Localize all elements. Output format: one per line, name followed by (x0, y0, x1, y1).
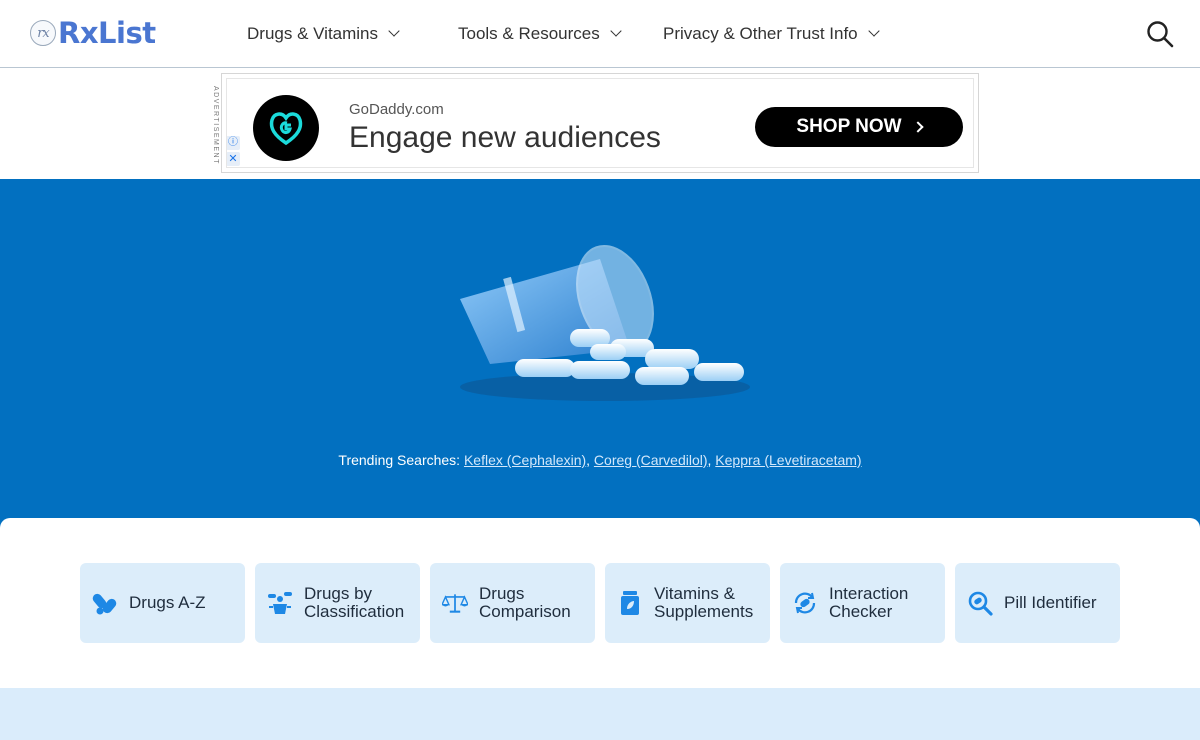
trending-link-coreg[interactable]: Coreg (Carvedilol) (594, 452, 708, 468)
tile-drugs-by-classification[interactable]: Drugs by Classification (255, 563, 420, 643)
nav-label: Drugs & Vitamins (247, 23, 379, 43)
ad-headline: Engage new audiences (349, 121, 661, 154)
tile-label-line2: Classification (304, 602, 405, 621)
search-icon (1147, 21, 1174, 48)
tile-label-line2: Supplements (654, 602, 754, 621)
chevron-down-icon (388, 25, 400, 37)
rxlist-logo[interactable]: rx RxList (30, 16, 156, 50)
tile-label: Drugs Comparison (479, 585, 571, 621)
quick-links-panel: Drugs A-Z Drugs by Classification Drugs … (0, 518, 1200, 688)
tile-label-line1: Pill Identifier (1004, 593, 1097, 612)
interaction-icon (792, 590, 818, 616)
tile-label-line1: Drugs (479, 584, 525, 603)
site-header: rx RxList Drugs & Vitamins Tools & Resou… (0, 0, 1200, 68)
search-button[interactable] (1146, 20, 1174, 48)
shop-now-label: SHOP NOW (796, 116, 902, 137)
nav-label: Tools & Resources (458, 23, 600, 43)
nav-label: Privacy & Other Trust Info (663, 23, 858, 43)
tile-interaction-checker[interactable]: Interaction Checker (780, 563, 945, 643)
pill-search-icon (967, 590, 993, 616)
tile-label: Vitamins & Supplements (654, 585, 753, 621)
tile-drugs-a-z[interactable]: Drugs A-Z (80, 563, 245, 643)
trending-link-keppra[interactable]: Keppra (Levetiracetam) (715, 452, 861, 468)
ad-brand: GoDaddy.com (349, 101, 444, 118)
classification-icon (267, 590, 293, 616)
tile-label-line1: Interaction (829, 584, 909, 603)
ad-content: GoDaddy.com Engage new audiences SHOP NO… (226, 78, 974, 168)
nav-drugs-vitamins[interactable]: Drugs & Vitamins (247, 0, 400, 67)
chevron-right-icon (911, 121, 924, 133)
hero-banner: Trending Searches: Keflex (Cephalexin), … (0, 179, 1200, 539)
tile-label-line1: Drugs A-Z (129, 593, 206, 612)
scale-icon (442, 590, 468, 616)
nav-tools-resources[interactable]: Tools & Resources (458, 0, 622, 67)
advertisement[interactable]: ADVERTISEMENT ⓘ ✕ GoDaddy.com Engage new… (212, 73, 979, 173)
tile-pill-identifier[interactable]: Pill Identifier (955, 563, 1120, 643)
section-band (0, 688, 1200, 740)
tile-label-line1: Vitamins & (654, 584, 735, 603)
tile-label: Drugs by Classification (304, 585, 404, 621)
shop-now-button[interactable]: SHOP NOW (755, 107, 963, 147)
tile-label-line2: Comparison (479, 602, 571, 621)
ad-label: ADVERTISEMENT (212, 86, 219, 165)
nav-privacy-trust[interactable]: Privacy & Other Trust Info (663, 0, 880, 67)
tile-drugs-comparison[interactable]: Drugs Comparison (430, 563, 595, 643)
supplement-bottle-icon (617, 590, 643, 616)
chevron-down-icon (867, 25, 880, 37)
pills-icon (92, 590, 118, 616)
tile-label-line1: Drugs by (304, 584, 373, 603)
tile-label: Interaction Checker (829, 585, 908, 621)
trending-link-keflex[interactable]: Keflex (Cephalexin) (464, 452, 586, 468)
trending-label: Trending Searches: (338, 452, 461, 468)
tile-label-line2: Checker (829, 602, 893, 621)
logo-mark: rx (30, 20, 56, 46)
tile-label: Drugs A-Z (129, 594, 206, 612)
godaddy-logo (253, 95, 319, 161)
logo-text: RxList (58, 16, 156, 50)
chevron-down-icon (610, 25, 622, 37)
pill-bottle-illustration (460, 244, 750, 401)
tile-vitamins-supplements[interactable]: Vitamins & Supplements (605, 563, 770, 643)
tile-label: Pill Identifier (1004, 594, 1097, 612)
trending-searches: Trending Searches: Keflex (Cephalexin), … (338, 452, 862, 468)
